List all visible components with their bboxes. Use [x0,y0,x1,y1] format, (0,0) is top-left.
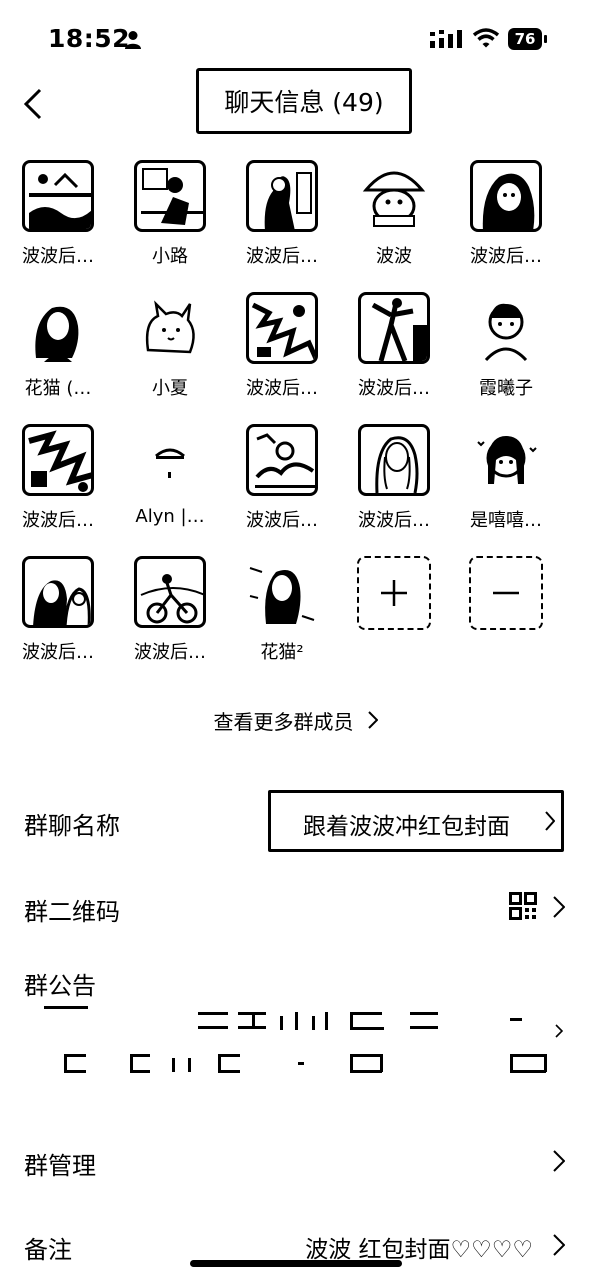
add-member-tile [357,556,431,630]
qr-code-icon [509,892,537,920]
view-more-members-link[interactable]: 查看更多群成员 [0,700,591,740]
member-avatar [22,160,94,232]
member-avatar [134,160,206,232]
signal-icon [430,30,462,48]
chevron-right-icon [545,811,555,831]
member-name: 小路 [152,246,188,267]
member-item[interactable]: 波波后… [8,160,108,268]
member-name: 花猫² [260,642,304,663]
plus-icon [381,580,407,606]
member-avatar [22,424,94,496]
view-more-members-label: 查看更多群成员 [213,709,354,734]
battery-level: 76 [508,28,542,50]
member-avatar [134,556,206,628]
member-name: 波波后… [358,378,430,399]
member-item[interactable]: 波波后… [8,556,108,664]
nav-bar: 聊天信息 (49) [0,62,591,142]
chevron-right-icon [553,1150,565,1172]
battery-indicator: 76 [508,28,548,50]
member-avatar [358,160,430,232]
group-notice-label: 群公告 [24,972,96,1000]
member-avatar [134,292,206,364]
member-name: 波波后… [22,642,94,663]
member-avatar [134,424,206,496]
remark-label: 备注 [24,1236,72,1264]
chevron-right-icon [367,711,378,729]
chevron-right-icon [553,896,565,918]
member-item[interactable]: 是嘻嘻… [456,424,556,532]
member-item[interactable]: Alyn |… [120,424,220,527]
group-name-label: 群聊名称 [24,812,120,840]
member-avatar [470,160,542,232]
member-item[interactable]: 波波后… [232,292,332,400]
group-manage-label: 群管理 [24,1152,96,1180]
member-avatar [246,424,318,496]
member-item[interactable]: 波波后… [232,424,332,532]
member-name: 波波后… [246,510,318,531]
member-name: 波波后… [246,246,318,267]
member-item[interactable]: 波波后… [456,160,556,268]
member-avatar [358,292,430,364]
member-item[interactable]: 波波后… [120,556,220,664]
member-item[interactable]: 小夏 [120,292,220,400]
member-name: 波波后… [134,642,206,663]
member-name: 波波后… [358,510,430,531]
back-button[interactable] [18,86,48,122]
chevron-right-icon [553,1234,565,1256]
chevron-right-icon [555,1024,563,1038]
minus-icon [493,591,519,595]
home-indicator [190,1260,402,1267]
remove-member-button[interactable] [456,556,556,630]
member-name: 波波后… [22,510,94,531]
member-item[interactable]: 波波后… [344,424,444,532]
battery-cap [544,35,547,43]
add-member-button[interactable] [344,556,444,630]
status-time: 18:52 [48,24,131,53]
member-name: 波波后… [470,246,542,267]
group-qr-label: 群二维码 [24,898,120,926]
group-manage-row[interactable]: 群管理 [0,1132,591,1192]
remark-value: 波波 红包封面♡♡♡♡ [305,1237,533,1263]
member-avatar [246,556,318,628]
member-avatar [22,556,94,628]
member-name: 是嘻嘻… [470,510,542,531]
wifi-icon [472,28,500,48]
member-item[interactable]: 花猫 (… [8,292,108,400]
person-icon [125,31,141,49]
group-qr-row[interactable]: 群二维码 [0,878,591,938]
remark-row[interactable]: 备注 波波 红包封面♡♡♡♡ [0,1216,591,1276]
member-item[interactable]: 波波后… [344,292,444,400]
group-name-value-box[interactable]: 跟着波波冲红包封面 [268,790,564,852]
remove-member-tile [469,556,543,630]
member-item[interactable]: 波波 [344,160,444,268]
member-avatar [470,424,542,496]
group-notice-row[interactable]: 群公告 [0,952,591,1012]
member-item[interactable]: 小路 [120,160,220,268]
member-item[interactable]: 霞曦子 [456,292,556,400]
member-name: 花猫 (… [24,378,92,399]
member-name: Alyn |… [135,506,205,527]
page-title-box: 聊天信息 (49) [196,68,412,134]
member-avatar [246,292,318,364]
member-avatar [246,160,318,232]
member-name: 霞曦子 [479,378,533,399]
member-avatar [22,292,94,364]
member-name: 小夏 [152,378,188,399]
member-item[interactable]: 花猫² [232,556,332,664]
member-item[interactable]: 波波后… [8,424,108,532]
member-name: 波波后… [246,378,318,399]
page-title: 聊天信息 (49) [224,88,384,117]
group-name-value: 跟着波波冲红包封面 [303,814,510,840]
notice-content-blurred[interactable] [40,1008,560,1080]
member-name: 波波后… [22,246,94,267]
member-name: 波波 [376,246,412,267]
member-item[interactable]: 波波后… [232,160,332,268]
member-avatar [358,424,430,496]
member-avatar [470,292,542,364]
